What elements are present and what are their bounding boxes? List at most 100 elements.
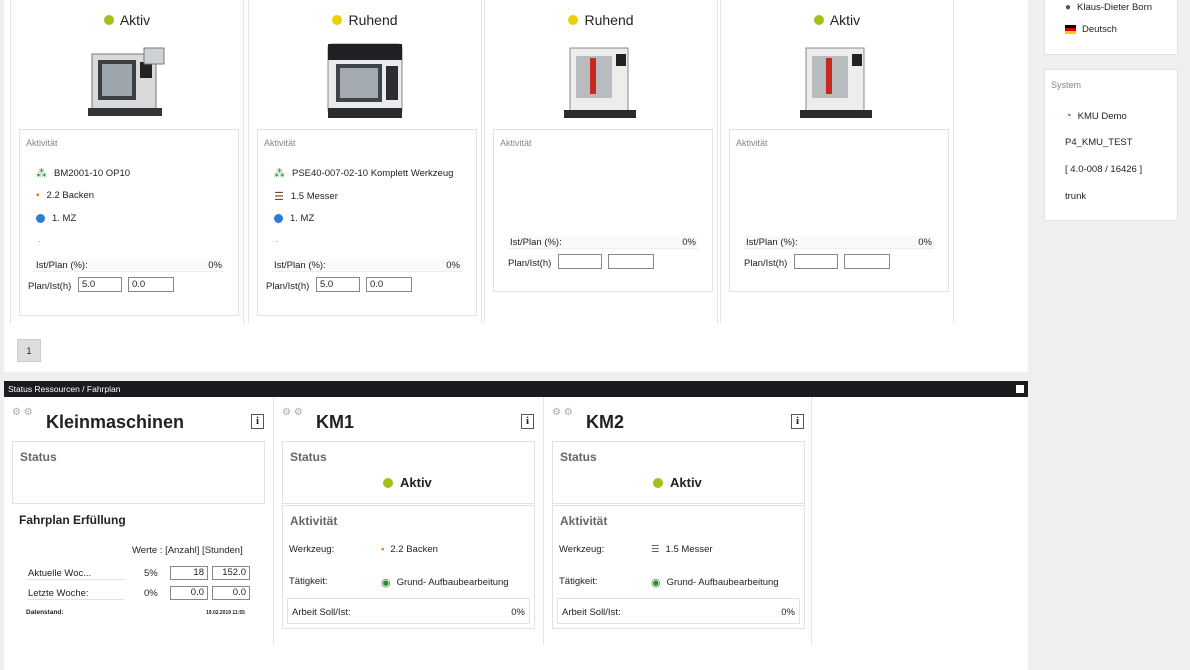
- app-name: KMU Demo: [1077, 110, 1127, 122]
- mz-label: 1. MZ: [290, 213, 315, 224]
- activity-title: Aktivität: [500, 138, 532, 148]
- resource-status-area: ⚙ ⚙ Kleinmaschinen i Status Fahrplan Erf…: [4, 397, 1028, 670]
- status-bar-title: Status Ressourcen / Fahrplan: [8, 384, 121, 394]
- hours-field[interactable]: 0.0: [212, 586, 250, 600]
- activity-box: Aktivität ⁂ BM2001-10 OP10 ▪ 2.2 Backen …: [19, 129, 239, 316]
- activity-box: Aktivität ⁂ PSE40-007-02-10 Komplett Wer…: [257, 129, 477, 316]
- system-title: System: [1051, 80, 1082, 90]
- version-label: [ 4.0-008 / 16426 ]: [1065, 164, 1143, 175]
- tool-icon: ▪: [381, 544, 385, 555]
- ist-plan-label: Ist/Plan (%):: [746, 237, 798, 248]
- taetigkeit-value: ◉ Grund- Aufbaubearbeitung: [381, 576, 509, 589]
- taetigkeit-text: Grund- Aufbaubearbeitung: [666, 577, 779, 588]
- count-field[interactable]: 0.0: [170, 586, 208, 600]
- ist-plan-value: 0%: [918, 237, 932, 248]
- app-logo-icon: ◔: [1065, 110, 1072, 122]
- ist-plan-row: Ist/Plan (%): 0%: [508, 236, 698, 249]
- ist-plan-value: 0%: [682, 237, 696, 248]
- machine-status: Ruhend: [249, 0, 481, 40]
- job-row: ⁂ PSE40-007-02-10 Komplett Werkzeug: [274, 167, 453, 180]
- tool-icon: ☰: [274, 191, 284, 203]
- status-label: Status: [20, 450, 57, 464]
- plan-hours-field[interactable]: 5.0: [78, 277, 122, 292]
- info-button[interactable]: i: [791, 414, 804, 429]
- ist-plan-value: 0%: [446, 260, 460, 271]
- ist-plan-label: Ist/Plan (%):: [36, 260, 88, 271]
- ist-hours-field[interactable]: 0.0: [128, 277, 174, 292]
- plan-hours-field[interactable]: 5.0: [316, 277, 360, 292]
- status-dot-icon: [332, 15, 343, 25]
- arbeit-value: 0%: [511, 607, 525, 618]
- ist-plan-row: Ist/Plan (%): 0%: [34, 259, 224, 272]
- user-icon: ●: [1065, 2, 1072, 13]
- tool-row: ☰ 1.5 Messer: [274, 190, 338, 203]
- status-bar: Status Ressourcen / Fahrplan: [4, 381, 1028, 397]
- plan-ist-label: Plan/Ist(h): [28, 281, 72, 292]
- language-label: Deutsch: [1082, 24, 1117, 35]
- table-row: Letzte Woche: 0% 0.0 0.0: [28, 586, 250, 602]
- machine-status: Aktiv: [653, 475, 702, 490]
- datenstand-value: 19.02.2019 11:55: [206, 610, 245, 616]
- status-label: Status: [290, 450, 327, 464]
- user-item[interactable]: ● Klaus-Dieter Born: [1065, 2, 1152, 13]
- machine-card[interactable]: Ruhend Aktivität ⁂ PSE40-007-02-10 Kompl…: [248, 0, 482, 323]
- tool-label: 2.2 Backen: [46, 190, 95, 201]
- taetigkeit-text: Grund- Aufbaubearbeitung: [396, 577, 509, 588]
- taetigkeit-value: ◉ Grund- Aufbaubearbeitung: [651, 576, 779, 589]
- app-item: ◔ KMU Demo: [1065, 110, 1127, 122]
- info-button[interactable]: i: [251, 414, 264, 429]
- arbeit-label: Arbeit Soll/Ist:: [562, 607, 621, 618]
- activity-title: Aktivität: [26, 138, 58, 148]
- machine-status-label: Aktiv: [119, 12, 151, 28]
- pager-page-1[interactable]: 1: [17, 339, 41, 362]
- language-item[interactable]: Deutsch: [1065, 24, 1117, 35]
- ist-hours-field[interactable]: [844, 254, 890, 269]
- maximize-icon[interactable]: [1016, 385, 1024, 393]
- mz-row: 1. MZ: [36, 213, 76, 224]
- activity-box: Aktivität Werkzeug: ☰ 1.5 Messer Tätigke…: [552, 505, 805, 629]
- machine-status: Aktiv: [721, 0, 953, 40]
- tool-icon: ☰: [651, 544, 660, 555]
- german-flag-icon: [1065, 25, 1076, 34]
- status-dot-icon: [568, 15, 579, 25]
- db-name: P4_KMU_TEST: [1065, 137, 1133, 148]
- plan-hours-field[interactable]: [794, 254, 838, 269]
- branch-label: trunk: [1065, 191, 1087, 202]
- user-panel: ● Klaus-Dieter Born Deutsch: [1044, 0, 1178, 55]
- datenstand-label: Datenstand:: [26, 609, 64, 616]
- hours-field[interactable]: 152.0: [212, 566, 250, 580]
- activity-title: Aktivität: [736, 138, 768, 148]
- info-button[interactable]: i: [521, 414, 534, 429]
- km-panel: ⚙ ⚙ KM1 i Status Aktiv Aktivität Werkzeu…: [274, 397, 544, 645]
- werkzeug-text: 2.2 Backen: [390, 544, 438, 555]
- arbeit-row: Arbeit Soll/Ist: 0%: [287, 598, 530, 624]
- tool-row: ▪ 2.2 Backen: [36, 190, 94, 201]
- table-row: Aktuelle Woc... 5% 18 152.0: [28, 566, 250, 582]
- ist-plan-label: Ist/Plan (%):: [510, 237, 562, 248]
- ist-hours-field[interactable]: 0.0: [366, 277, 412, 292]
- machine-card[interactable]: Aktiv Aktivität ⁂ BM2001-10 OP10 ▪ 2.2 B…: [10, 0, 244, 323]
- activity-icon: ◉: [651, 577, 661, 589]
- machine-card[interactable]: Ruhend Aktivität Ist/Plan (%): 0% Plan/I…: [484, 0, 718, 323]
- job-label: PSE40-007-02-10 Komplett Werkzeug: [292, 168, 454, 179]
- werkzeug-value: ☰ 1.5 Messer: [651, 544, 713, 555]
- machine-overview: Aktiv Aktivität ⁂ BM2001-10 OP10 ▪ 2.2 B…: [4, 0, 1028, 372]
- machine-status-label: Aktiv: [400, 475, 432, 490]
- machine-status: Aktiv: [11, 0, 243, 40]
- plan-hours-field[interactable]: [558, 254, 602, 269]
- row-percent: 5%: [144, 568, 158, 579]
- mz-dot-icon: [274, 214, 283, 223]
- arbeit-label: Arbeit Soll/Ist:: [292, 607, 351, 618]
- ist-plan-label: Ist/Plan (%):: [274, 260, 326, 271]
- activity-label: Aktivität: [290, 514, 338, 528]
- machine-status: Aktiv: [383, 475, 432, 490]
- machine-image: [322, 40, 408, 124]
- activity-icon: ◉: [381, 577, 391, 589]
- machine-card[interactable]: Aktiv Aktivität Ist/Plan (%): 0% Plan/Is…: [720, 0, 954, 323]
- werkzeug-label: Werkzeug:: [289, 544, 335, 555]
- ist-hours-field[interactable]: [608, 254, 654, 269]
- werkzeug-text: 1.5 Messer: [665, 544, 713, 555]
- count-field[interactable]: 18: [170, 566, 208, 580]
- taetigkeit-label: Tätigkeit:: [559, 576, 598, 587]
- machine-status-label: Ruhend: [348, 12, 398, 28]
